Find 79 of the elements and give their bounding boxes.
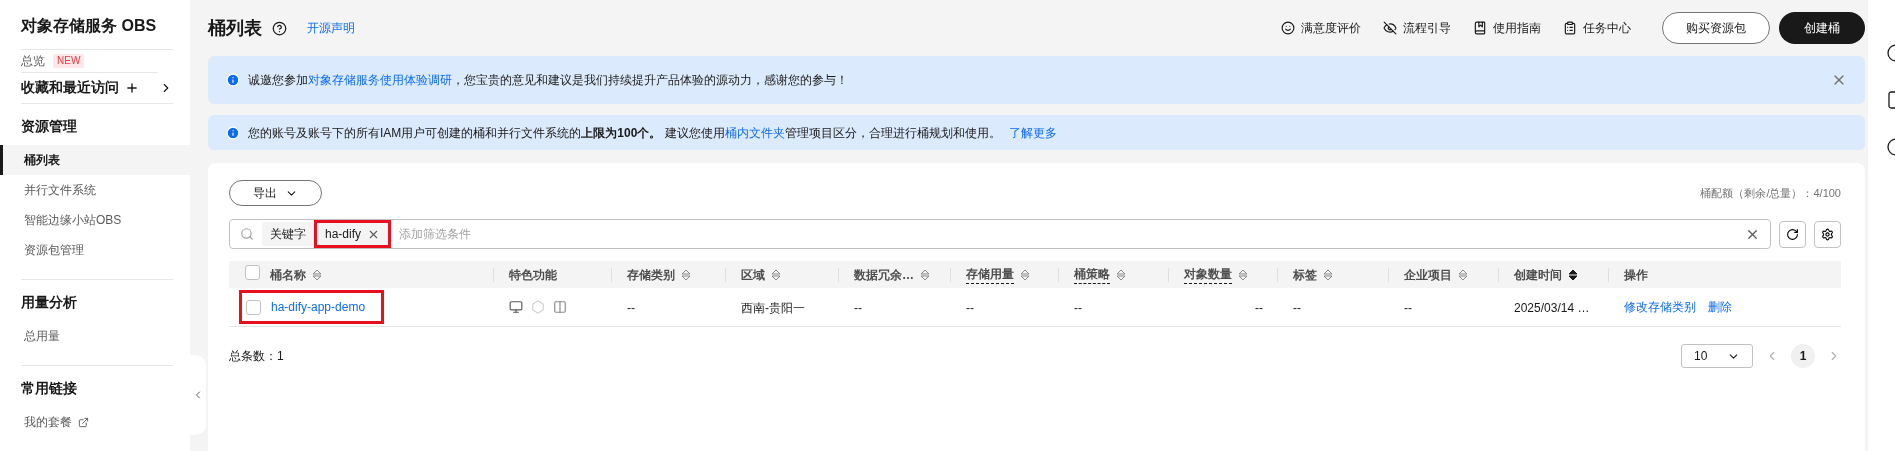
- column-header: 企业项目: [1404, 266, 1452, 284]
- hexagon-icon: [531, 300, 545, 314]
- column-header: 存储类别: [627, 266, 675, 284]
- nav-item[interactable]: 总用量: [0, 321, 190, 351]
- total-count: 总条数：1: [229, 348, 284, 365]
- checkbox[interactable]: [246, 299, 261, 315]
- table-cell: --: [1255, 301, 1263, 315]
- nav-item[interactable]: 智能边缘小站OBS: [0, 205, 190, 235]
- operation-link[interactable]: 修改存储类别: [1624, 298, 1696, 316]
- quota-text: 桶配额（剩余/总量）：4/100: [1700, 185, 1841, 201]
- table-cell: 西南-贵阳一: [741, 301, 805, 315]
- filter-tag[interactable]: ha-dify: [314, 220, 392, 248]
- column-header: 操作: [1624, 266, 1648, 284]
- refresh-icon: [1786, 227, 1799, 241]
- eye-slash-icon: [1383, 21, 1397, 35]
- checkbox[interactable]: [245, 264, 260, 280]
- filter-key: 关键字: [262, 225, 314, 243]
- external-link-icon: [78, 416, 89, 428]
- columns-icon[interactable]: [553, 300, 567, 314]
- column-header: 标签: [1293, 266, 1317, 284]
- section-heading: 资源管理: [21, 117, 78, 136]
- settings-button[interactable]: [1814, 220, 1841, 248]
- table-cell: --: [854, 301, 862, 315]
- nav-item[interactable]: 桶列表: [0, 145, 190, 175]
- help-icon[interactable]: [272, 20, 287, 36]
- notice-text: 诚邀您参加对象存储服务使用体验调研，您宝贵的意见和建议是我们持续提升产品体验的源动力，感谢您的参与！: [248, 72, 848, 89]
- refresh-button[interactable]: [1779, 220, 1806, 248]
- header-button[interactable]: 创建桶: [1779, 12, 1865, 44]
- new-badge: NEW: [53, 53, 85, 68]
- add-icon[interactable]: [125, 80, 139, 95]
- header-action[interactable]: 流程引导: [1383, 19, 1451, 37]
- page-size-select[interactable]: 10: [1681, 344, 1753, 368]
- header-action[interactable]: 使用指南: [1473, 19, 1541, 37]
- clipboard-icon: [1563, 21, 1577, 35]
- section-heading: 用量分析: [21, 293, 78, 312]
- header-link[interactable]: 开源声明: [307, 19, 355, 37]
- header-action[interactable]: 任务中心: [1563, 19, 1631, 37]
- column-header: 桶名称: [270, 266, 306, 284]
- page-number[interactable]: 1: [1791, 344, 1815, 368]
- page-title: 桶列表: [208, 16, 262, 40]
- book-icon: [1473, 21, 1487, 35]
- table-cell: --: [1404, 301, 1412, 315]
- column-header: 特色功能: [509, 266, 557, 284]
- notice-text: 您的账号及账号下的所有IAM用户可创建的桶和并行文件系统的上限为100个。 建议您使用桶内文件夹管理项目区分，合理进行桶规划和使用。 了解更多: [248, 124, 1057, 142]
- search-icon: [240, 227, 254, 241]
- column-header: 创建时间: [1514, 266, 1562, 284]
- operation-link[interactable]: 删除: [1708, 298, 1732, 316]
- table-cell: --: [1074, 301, 1082, 315]
- table-cell: --: [627, 301, 635, 315]
- column-header: 数据冗余…: [854, 266, 914, 284]
- header-action[interactable]: 满意度评价: [1281, 19, 1361, 37]
- column-header: 对象数量: [1184, 265, 1232, 284]
- filter-input[interactable]: 添加筛选条件: [399, 225, 1745, 243]
- header-button[interactable]: 购买资源包: [1662, 12, 1770, 44]
- nav-item[interactable]: 资源包管理: [0, 235, 190, 265]
- column-header: 区域: [741, 266, 765, 284]
- nav-item[interactable]: 我的套餐: [0, 407, 190, 437]
- section-heading[interactable]: 收藏和最近访问: [21, 77, 119, 99]
- notice-link[interactable]: 桶内文件夹: [724, 125, 785, 140]
- smiley-icon: [1281, 21, 1295, 35]
- nav-item[interactable]: 并行文件系统: [0, 175, 190, 205]
- column-header: 存储用量: [966, 265, 1014, 284]
- sort-icon[interactable]: [1568, 268, 1578, 281]
- table-cell: 2025/03/14 …: [1514, 301, 1590, 315]
- search-field[interactable]: 关键字 ha-dify 添加筛选条件: [229, 219, 1771, 249]
- settings-icon: [1821, 227, 1834, 241]
- table-cell: --: [966, 301, 974, 315]
- nav-item[interactable]: 总览: [21, 51, 45, 70]
- service-title: 对象存储服务 OBS: [21, 16, 158, 36]
- monitor-icon[interactable]: [509, 300, 523, 314]
- info-icon: [226, 125, 240, 140]
- notice-link[interactable]: 对象存储服务使用体验调研: [308, 73, 452, 87]
- bucket-name-link[interactable]: ha-dify-app-demo: [271, 298, 366, 316]
- column-header: 桶策略: [1074, 265, 1110, 284]
- info-icon: [226, 73, 240, 87]
- section-heading: 常用链接: [21, 379, 78, 398]
- table-cell: --: [1293, 301, 1301, 315]
- notice-link[interactable]: 了解更多: [1008, 125, 1057, 140]
- collapse-handle[interactable]: [190, 355, 206, 435]
